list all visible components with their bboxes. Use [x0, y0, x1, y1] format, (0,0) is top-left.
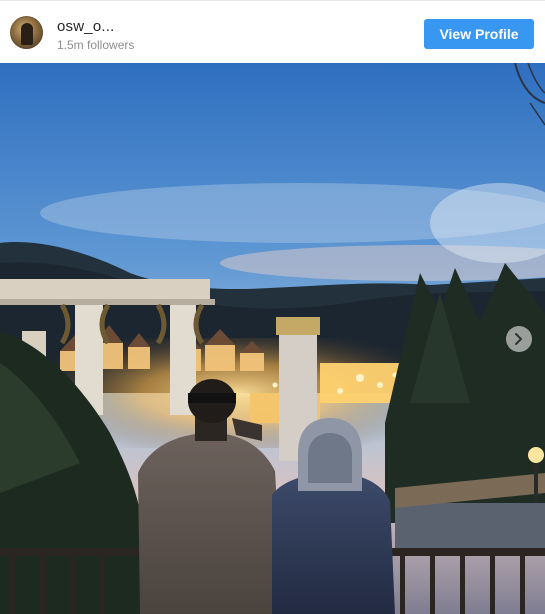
- profile-avatar[interactable]: [10, 16, 43, 49]
- post-header: osw_o... 1.5m followers View Profile: [0, 1, 545, 63]
- next-image-button[interactable]: [506, 326, 532, 352]
- evening-theme-park-scene: [0, 63, 545, 614]
- follower-count: 1.5m followers: [57, 38, 135, 52]
- instagram-post-card: osw_o... 1.5m followers View Profile: [0, 0, 545, 614]
- view-profile-button[interactable]: View Profile: [424, 19, 534, 49]
- chevron-right-icon: [515, 333, 522, 345]
- username[interactable]: osw_o...: [57, 18, 114, 35]
- avatar-silhouette: [21, 23, 33, 45]
- post-photo[interactable]: [0, 63, 545, 614]
